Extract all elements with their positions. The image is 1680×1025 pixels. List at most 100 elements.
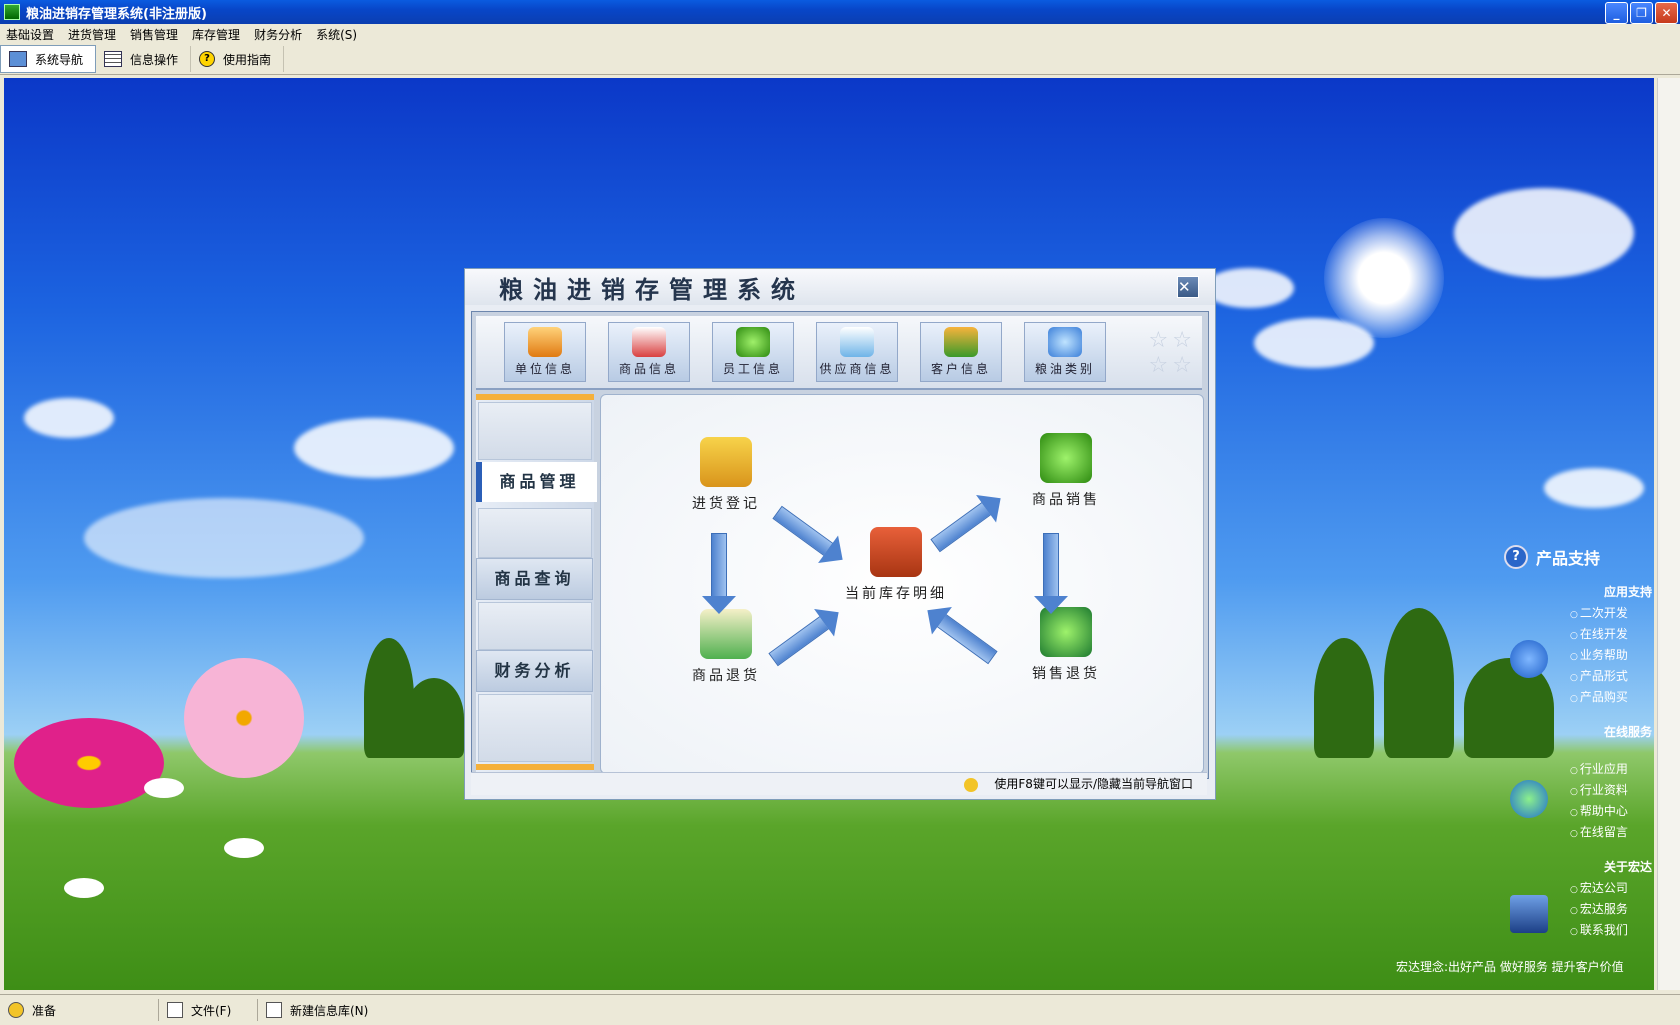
dialog-close-button[interactable]: ✕	[1177, 276, 1199, 298]
toolbar: 系统导航 信息操作 ? 使用指南	[0, 44, 1680, 75]
tree-decoration	[1384, 608, 1454, 758]
tree-decoration	[404, 678, 464, 758]
purchase-register-label: 进货登记	[692, 496, 760, 512]
support-panel: ? 产品支持 应用支持 二次开发 在线开发 业务帮助 产品形式 产品购买 在线服…	[1500, 545, 1660, 942]
dialog-body: 单位信息 商品信息 员工信息 供应商信息 客户信息 粮油类别 ☆☆ ☆☆ 商品管…	[471, 311, 1209, 779]
menu-bar: 基础设置 进货管理 销售管理 库存管理 财务分析 系统(S)	[0, 24, 1680, 44]
dialog-hint: 使用F8键可以显示/隐藏当前导航窗口	[994, 777, 1193, 791]
product-sales-node[interactable]: 商品销售	[1011, 433, 1121, 509]
restore-button[interactable]: ❐	[1630, 2, 1653, 24]
status-file-button[interactable]: 文件(F)	[159, 999, 258, 1021]
flower-decoration	[14, 718, 164, 808]
link-product-form[interactable]: 产品形式	[1570, 667, 1660, 688]
link-help-center[interactable]: 帮助中心	[1570, 802, 1660, 823]
nav-product-management[interactable]: 商品管理	[476, 462, 597, 502]
box-icon	[700, 437, 752, 487]
flower-decoration	[64, 878, 104, 898]
tab-unit-info[interactable]: 单位信息	[504, 322, 586, 382]
cloud-decoration	[84, 498, 364, 578]
cloud-decoration	[1454, 188, 1634, 278]
arrow-sales-to-return	[1043, 533, 1059, 597]
status-new-db-button[interactable]: 新建信息库(N)	[258, 999, 386, 1021]
status-ready-text: 准备	[32, 1003, 57, 1018]
nav-product-query[interactable]: 商品查询	[476, 558, 593, 600]
menu-sales[interactable]: 销售管理	[124, 26, 186, 43]
tab-employee-info[interactable]: 员工信息	[712, 322, 794, 382]
computer-icon	[1510, 895, 1548, 933]
menu-finance[interactable]: 财务分析	[248, 26, 310, 43]
return-user-icon	[1040, 607, 1092, 657]
cloud-decoration	[294, 418, 454, 478]
user-icon	[736, 327, 770, 357]
tip-icon	[964, 777, 979, 792]
purchase-register-node[interactable]: 进货登记	[671, 437, 781, 513]
link-online-dev[interactable]: 在线开发	[1570, 625, 1660, 646]
menu-system[interactable]: 系统(S)	[310, 26, 365, 43]
tab-grain-category[interactable]: 粮油类别	[1024, 322, 1106, 382]
sales-return-node[interactable]: 销售退货	[1011, 607, 1121, 683]
inventory-detail-label: 当前库存明细	[845, 586, 947, 602]
status-ready: 准备	[0, 999, 159, 1021]
tab-supplier-info[interactable]: 供应商信息	[816, 322, 898, 382]
new-document-icon	[266, 1002, 282, 1018]
flower-decoration	[144, 778, 184, 798]
supplier-icon	[840, 327, 874, 357]
cloud-decoration	[1544, 468, 1644, 508]
tab-customer-info[interactable]: 客户信息	[920, 322, 1002, 382]
product-return-node[interactable]: 商品退货	[671, 609, 781, 685]
link-company[interactable]: 宏达公司	[1570, 879, 1660, 900]
info-operation-label: 信息操作	[130, 52, 179, 67]
nav-spacer	[478, 602, 592, 650]
cloud-decoration	[24, 398, 114, 438]
status-file-label: 文件(F)	[191, 1003, 232, 1018]
link-service[interactable]: 宏达服务	[1570, 900, 1660, 921]
window-title: 粮油进销存管理系统(非注册版)	[26, 6, 207, 22]
tab-product-info-label: 商品信息	[618, 362, 679, 376]
info-tab-strip: 单位信息 商品信息 员工信息 供应商信息 客户信息 粮油类别 ☆☆ ☆☆	[476, 316, 1202, 390]
app-support-heading: 应用支持	[1603, 585, 1652, 599]
nav-finance-analysis[interactable]: 财务分析	[476, 650, 593, 692]
status-bar: 准备 文件(F) 新建信息库(N)	[0, 994, 1680, 1025]
slogan-text: 宏达理念:出好产品 做好服务 提升客户价值	[1396, 960, 1624, 974]
menu-basic-settings[interactable]: 基础设置	[0, 26, 62, 43]
arrow-purchase-to-return	[711, 533, 727, 597]
user-guide-label: 使用指南	[223, 52, 272, 67]
product-return-label: 商品退货	[692, 668, 760, 684]
status-new-db-label: 新建信息库(N)	[290, 1003, 369, 1018]
tab-customer-info-label: 客户信息	[930, 362, 991, 376]
dialog-hint-bar: 使用F8键可以显示/隐藏当前导航窗口	[471, 772, 1207, 795]
menu-inventory[interactable]: 库存管理	[186, 26, 248, 43]
dialog-title: 粮油进销存管理系统	[499, 275, 805, 304]
info-operation-button[interactable]: 信息操作	[96, 46, 192, 72]
menu-purchase[interactable]: 进货管理	[62, 26, 124, 43]
tab-employee-info-label: 员工信息	[722, 362, 783, 376]
about-heading: 关于宏达	[1603, 860, 1652, 874]
close-button[interactable]: ✕	[1655, 2, 1678, 24]
side-navigation: 商品管理 商品查询 财务分析	[476, 394, 597, 772]
link-secondary-dev[interactable]: 二次开发	[1570, 604, 1660, 625]
flow-panel: 进货登记 商品销售 当前库存明细 商品退货 销售退货	[600, 394, 1204, 774]
flower-decoration	[184, 658, 304, 778]
link-industry-app[interactable]: 行业应用	[1570, 760, 1660, 781]
link-contact[interactable]: 联系我们	[1570, 921, 1660, 942]
nav-accent-top	[476, 394, 594, 400]
link-product-purchase[interactable]: 产品购买	[1570, 688, 1660, 709]
user-guide-button[interactable]: ? 使用指南	[191, 46, 285, 72]
nav-accent-bottom	[476, 764, 594, 770]
customer-icon	[944, 327, 978, 357]
vertical-scrollbar[interactable]	[1657, 78, 1680, 990]
link-business-help[interactable]: 业务帮助	[1570, 646, 1660, 667]
return-book-icon	[700, 609, 752, 659]
system-nav-button[interactable]: 系统导航	[0, 45, 97, 73]
tab-grain-category-label: 粮油类别	[1034, 362, 1095, 376]
grid-icon	[104, 51, 123, 67]
tab-product-info[interactable]: 商品信息	[608, 322, 690, 382]
globe-icon	[1510, 780, 1548, 818]
link-industry-data[interactable]: 行业资料	[1570, 781, 1660, 802]
question-icon: ?	[1504, 545, 1528, 569]
minimize-button[interactable]: _	[1605, 2, 1628, 24]
warehouse-icon	[870, 527, 922, 577]
title-bar: 粮油进销存管理系统(非注册版) _ ❐ ✕	[0, 0, 1680, 24]
link-online-message[interactable]: 在线留言	[1570, 823, 1660, 844]
dialog-title-bar: 粮油进销存管理系统 ✕	[465, 269, 1215, 305]
